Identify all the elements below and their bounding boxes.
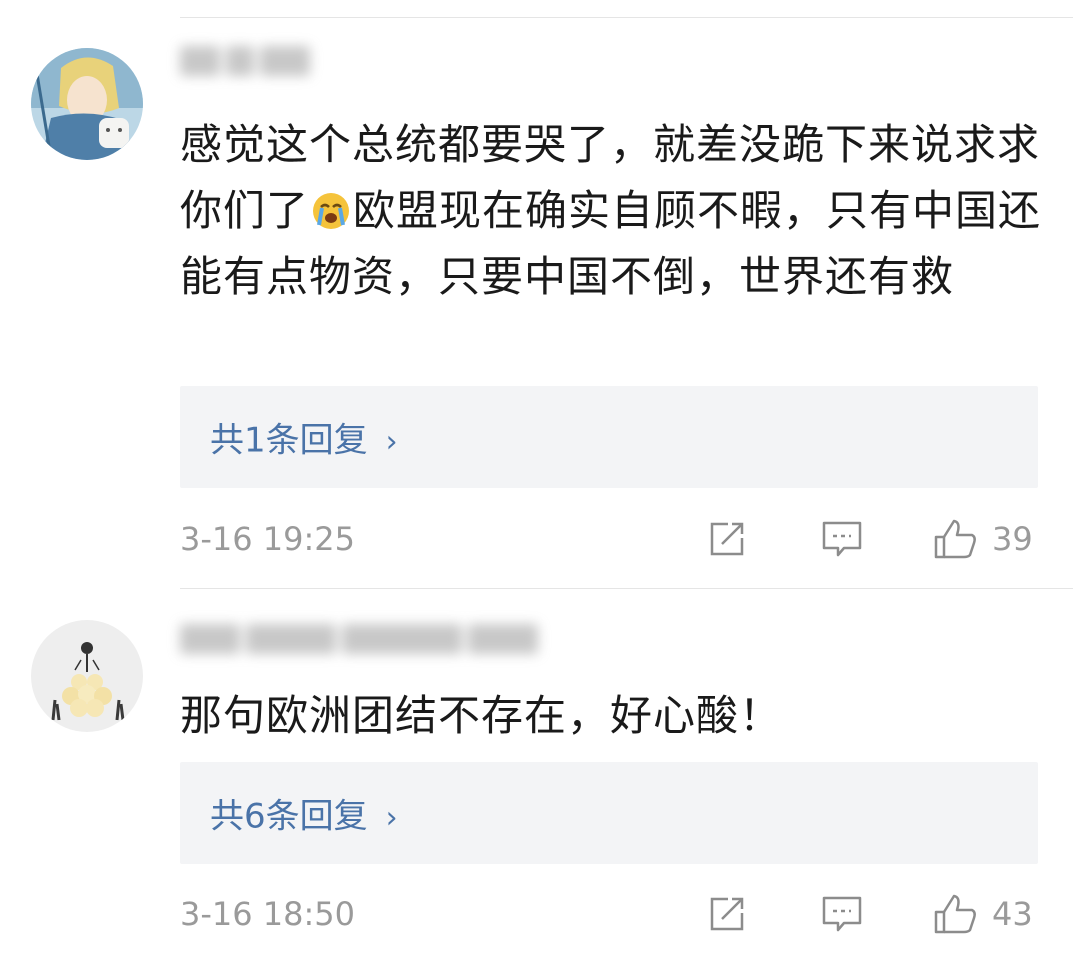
avatar[interactable]	[31, 48, 143, 160]
comment-button[interactable]	[820, 889, 864, 939]
repost-icon	[710, 897, 744, 931]
repost-button[interactable]	[706, 514, 748, 564]
repost-icon	[710, 522, 744, 556]
comment-text-part2: 欧盟现在确实自顾不暇，只有中国还能有点物资，只要中国不倒，世界还有救	[180, 186, 1042, 301]
comment-icon	[822, 896, 862, 932]
avatar-image	[31, 620, 143, 732]
comment-divider	[180, 588, 1073, 589]
replies-count-label: 共6条回复	[210, 796, 368, 837]
like-icon	[934, 519, 976, 559]
top-divider	[180, 17, 1073, 18]
view-replies-button[interactable]: 共6条回复 ›	[180, 762, 1038, 864]
crying-face-icon	[311, 184, 351, 229]
avatar-image	[31, 48, 143, 160]
comment-footer: 3-16 18:50 43	[180, 889, 1038, 939]
comment-footer: 3-16 19:25 39	[180, 514, 1038, 564]
like-button[interactable]: 43	[932, 889, 1033, 939]
timestamp: 3-16 19:25	[180, 520, 356, 558]
comment-icon	[822, 521, 862, 557]
comment-button[interactable]	[820, 514, 864, 564]
repost-button[interactable]	[706, 889, 748, 939]
view-replies-button[interactable]: 共1条回复 ›	[180, 386, 1038, 488]
comment-text: 那句欧洲团结不存在，好心酸！	[180, 691, 783, 740]
like-count: 39	[992, 520, 1033, 558]
like-icon	[934, 894, 976, 934]
username-blurred[interactable]	[180, 618, 544, 660]
timestamp: 3-16 18:50	[180, 895, 356, 933]
avatar[interactable]	[31, 620, 143, 732]
username-blurred[interactable]	[180, 40, 316, 82]
chevron-right-icon: ›	[385, 424, 398, 460]
replies-count-label: 共1条回复	[210, 420, 368, 461]
comment-text: 感觉这个总统都要哭了，就差没跪下来说求求你们了 欧盟现在确实自顾不暇，只有中国还能…	[180, 112, 1050, 310]
like-count: 43	[992, 895, 1033, 933]
like-button[interactable]: 39	[932, 514, 1033, 564]
chevron-right-icon: ›	[385, 800, 398, 836]
